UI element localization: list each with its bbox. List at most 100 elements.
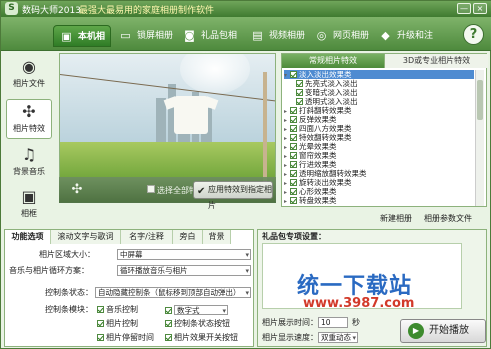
- tab-narration[interactable]: 旁白: [173, 230, 203, 244]
- effect-item[interactable]: ▸ 心形效果类: [284, 187, 474, 196]
- app-slogan: 最强大最易用的家庭相册制作软件: [79, 6, 215, 16]
- effect-checkbox[interactable]: [290, 188, 297, 195]
- effect-item[interactable]: ▸ 反弹效果类: [284, 115, 474, 124]
- title-bar: S 数码大师2013 最强大最易用的家庭相册制作软件 — ×: [1, 1, 491, 17]
- effect-item[interactable]: ▸ 特效翻转效果类: [284, 133, 474, 142]
- effect-item[interactable]: ▸ 打斜翻转效果类: [284, 106, 474, 115]
- effect-checkbox[interactable]: [290, 197, 297, 204]
- loop-mode-select[interactable]: 循环播放音乐与相片: [117, 265, 251, 276]
- tab-upgrade-register[interactable]: ◆ 升级和注册: [373, 25, 441, 63]
- nav-item-label: 相片特效: [13, 124, 45, 133]
- tab-regular-effects[interactable]: 常规相片特效: [282, 54, 384, 68]
- effect-checkbox[interactable]: [290, 161, 297, 168]
- nav-item-label: 相片文件: [13, 79, 45, 88]
- tab-background[interactable]: 背景: [203, 230, 231, 244]
- loop-mode-label: 音乐与相片循环方案：: [9, 266, 89, 275]
- photo-size-label: 相片区域大小：: [39, 250, 95, 259]
- web-icon: ◎: [316, 29, 327, 42]
- tab-scroll-text[interactable]: 滚动文字与歌词: [51, 230, 121, 244]
- nav-item-photo-files[interactable]: ◉ 相片文件: [6, 55, 52, 95]
- apply-effects-button[interactable]: ✔ 应用特效到指定相片: [193, 181, 273, 210]
- start-play-button[interactable]: ▶ 开始播放: [400, 319, 486, 343]
- effect-checkbox[interactable]: [290, 134, 297, 141]
- effect-checkbox[interactable]: [290, 170, 297, 177]
- album-file-button[interactable]: 相册参数文件: [424, 213, 472, 224]
- effect-item[interactable]: ▸ 行进效果类: [284, 160, 474, 169]
- photo-size-select[interactable]: 中屏幕: [117, 249, 251, 260]
- interval-unit: 秒: [352, 318, 360, 327]
- effects-icon: ✣: [71, 182, 83, 197]
- effect-item[interactable]: ▸ 窗帘效果类: [284, 151, 474, 160]
- film-icon: ▤: [252, 29, 263, 42]
- effect-item[interactable]: ▸ 转盘效果类: [284, 196, 474, 205]
- control-module-label: 控制条模块：: [45, 305, 93, 314]
- gift-icon: ◙: [184, 29, 195, 42]
- music-icon: ♫: [21, 145, 37, 164]
- nav-item-label: 相框: [21, 209, 37, 218]
- effect-item[interactable]: ▸ 光晕效果类: [284, 142, 474, 151]
- effect-checkbox[interactable]: [296, 89, 303, 96]
- play-label: 开始播放: [429, 325, 469, 336]
- new-album-button[interactable]: 新建相册: [380, 213, 412, 224]
- apply-icon: ✔: [197, 186, 206, 197]
- tab-function-options[interactable]: 功能选项: [5, 230, 51, 244]
- app-name: 数码大师2013: [22, 6, 81, 16]
- speed-select[interactable]: 双重动态: [318, 332, 358, 343]
- effect-item[interactable]: ▸ 四面八方效果类: [284, 124, 474, 133]
- effect-checkbox[interactable]: [290, 107, 297, 114]
- effect-item[interactable]: 透明式淡入淡出: [284, 97, 474, 106]
- dwell-time-checkbox[interactable]: 相片停留时间: [97, 333, 154, 343]
- tab-3d-effects[interactable]: 3D或专业相片特效: [384, 54, 488, 68]
- minimize-button[interactable]: —: [457, 3, 471, 14]
- interval-label: 相片展示时间：: [262, 318, 318, 327]
- tab-video-album[interactable]: ▤ 视频相册: [245, 25, 307, 47]
- select-all-checkbox[interactable]: [147, 185, 155, 193]
- close-button[interactable]: ×: [473, 3, 487, 14]
- digital-style-checkbox[interactable]: 数字式: [165, 305, 228, 316]
- effect-item[interactable]: ▾ 淡入淡出效果类: [284, 70, 474, 79]
- tab-name-notes[interactable]: 名字/注释: [121, 230, 173, 244]
- gift-settings-box: 统一下载站 www.3987.com: [262, 243, 462, 311]
- control-bar-label: 控制条状态：: [45, 288, 93, 297]
- tab-local-album[interactable]: ▣ 本机相册: [53, 25, 111, 64]
- preview-sun: [180, 54, 250, 94]
- tab-gift-album[interactable]: ◙ 礼品包相册: [177, 25, 243, 63]
- app-logo-icon: S: [5, 2, 18, 15]
- tab-web-album[interactable]: ◎ 网页相册: [309, 25, 371, 47]
- help-button[interactable]: ?: [463, 24, 484, 45]
- effects-panel: 常规相片特效 3D或专业相片特效 ▾ 淡入淡出效果类 先亮式淡入淡出 变暗式淡入淡…: [281, 53, 488, 207]
- effect-checkbox[interactable]: [290, 143, 297, 150]
- tab-label: 网页相册: [333, 31, 370, 41]
- effect-item[interactable]: ▸ 旋转淡出效果类: [284, 178, 474, 187]
- nav-item-background-music[interactable]: ♫ 背景音乐: [6, 143, 52, 183]
- screen-icon: ▭: [120, 29, 131, 42]
- tab-label: 锁屏相册: [137, 31, 174, 41]
- photo-control-checkbox[interactable]: 相片控制: [97, 319, 138, 329]
- apply-button-label: 应用特效到指定相片: [208, 185, 272, 210]
- scrollbar-thumb[interactable]: [477, 80, 483, 120]
- effect-checkbox[interactable]: [290, 125, 297, 132]
- effect-checkbox[interactable]: [290, 179, 297, 186]
- effect-checkbox[interactable]: [290, 71, 297, 78]
- effects-scrollbar[interactable]: [475, 70, 484, 206]
- effect-item[interactable]: 先亮式淡入淡出: [284, 79, 474, 88]
- music-control-checkbox[interactable]: 音乐控制: [97, 305, 138, 315]
- control-bar-select[interactable]: 自动隐藏控制条（鼠标移到顶部自动弹出）: [95, 287, 251, 298]
- effect-checkbox[interactable]: [296, 80, 303, 87]
- effect-checkbox[interactable]: [290, 152, 297, 159]
- status-button-checkbox[interactable]: 控制条状态按钮: [165, 319, 230, 329]
- interval-stepper[interactable]: 10: [318, 317, 348, 328]
- effect-toggle-checkbox[interactable]: 相片效果开关按钮: [165, 333, 238, 343]
- effect-checkbox[interactable]: [296, 98, 303, 105]
- effect-checkbox[interactable]: [290, 116, 297, 123]
- effect-item[interactable]: 变暗式淡入淡出: [284, 88, 474, 97]
- nav-item-frame[interactable]: ▣ 相框: [6, 185, 52, 225]
- tab-label: 视频相册: [269, 31, 306, 41]
- speed-label: 相片显示速度：: [262, 333, 318, 342]
- effect-item[interactable]: ▸ 透明缩放翻转效果类: [284, 169, 474, 178]
- tab-lockscreen-album[interactable]: ▭ 锁屏相册: [113, 25, 175, 47]
- nav-item-photo-effects[interactable]: ✣ 相片特效: [6, 99, 52, 139]
- album-subbar: 新建相册 相册参数文件: [356, 212, 487, 225]
- album-icon: ▣: [61, 30, 72, 43]
- gift-panel: 礼品包专项设置： 统一下载站 www.3987.com 相片展示时间： 10 秒…: [257, 229, 487, 347]
